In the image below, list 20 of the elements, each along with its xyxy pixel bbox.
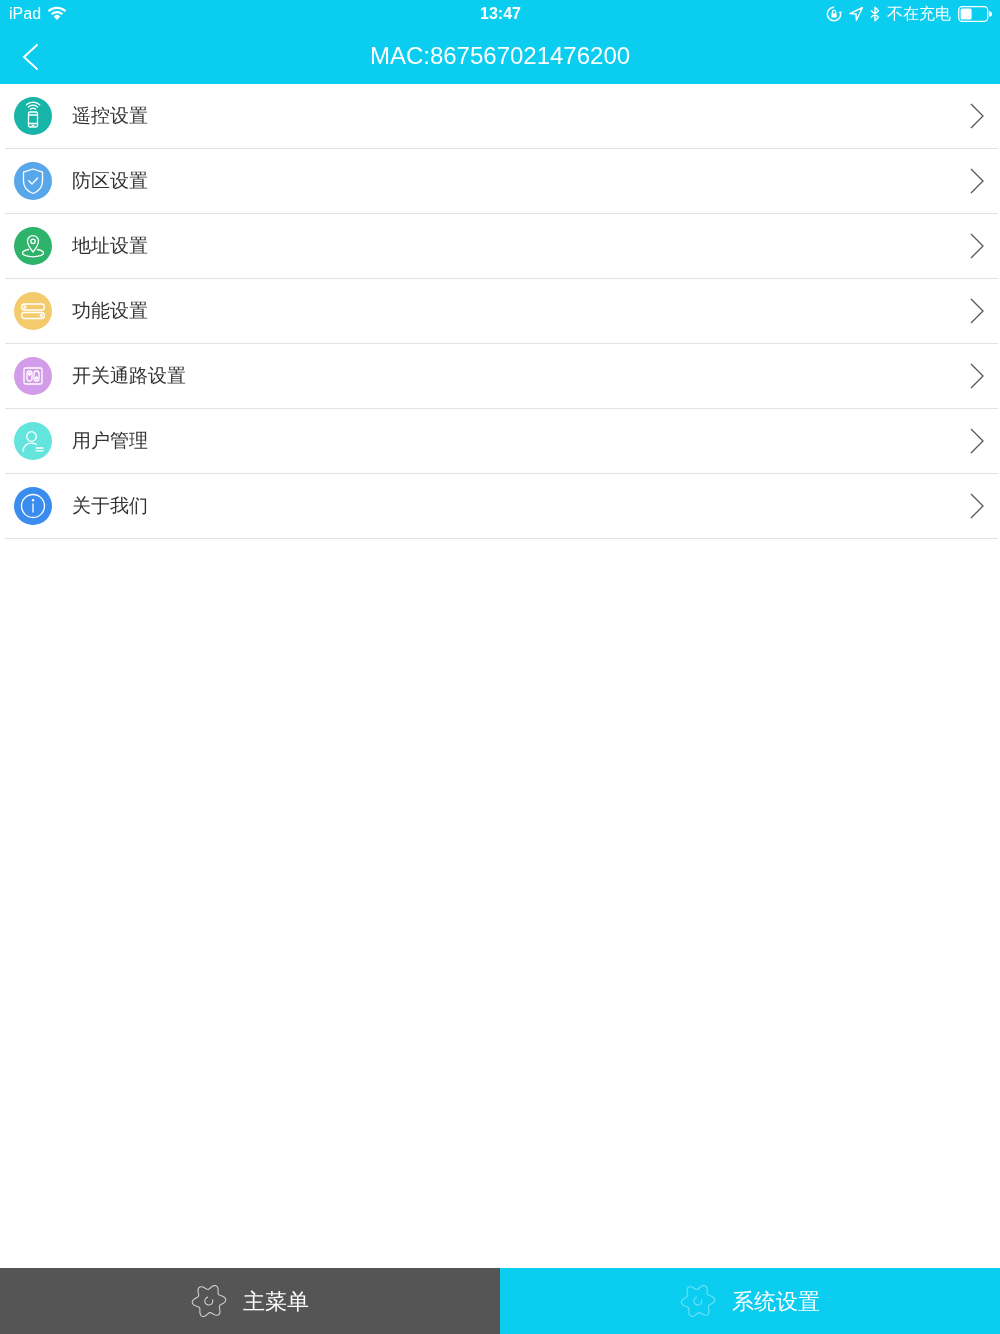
orientation-lock-icon [826,5,842,22]
page-title: MAC:867567021476200 [369,40,631,71]
device-name: iPad [9,3,42,24]
location-arrow-icon [849,6,863,21]
back-chevron-icon [22,43,39,71]
status-time: 13:47 [480,3,521,24]
gear-icon [680,1283,716,1319]
chevron-right-icon [970,298,984,324]
bluetooth-icon [870,5,880,22]
chevron-right-icon [970,428,984,454]
chevron-right-icon [970,493,984,519]
wifi-icon [47,6,68,21]
chevron-right-icon [970,363,984,389]
chevron-right-icon [970,168,984,194]
tab[interactable]: 主菜单 [0,1268,500,1334]
gear-icon [191,1283,227,1319]
battery-icon [958,5,992,22]
chevron-right-icon [970,233,984,259]
chevron-right-icon [970,103,984,129]
charging-status: 不在充电 [887,3,951,24]
